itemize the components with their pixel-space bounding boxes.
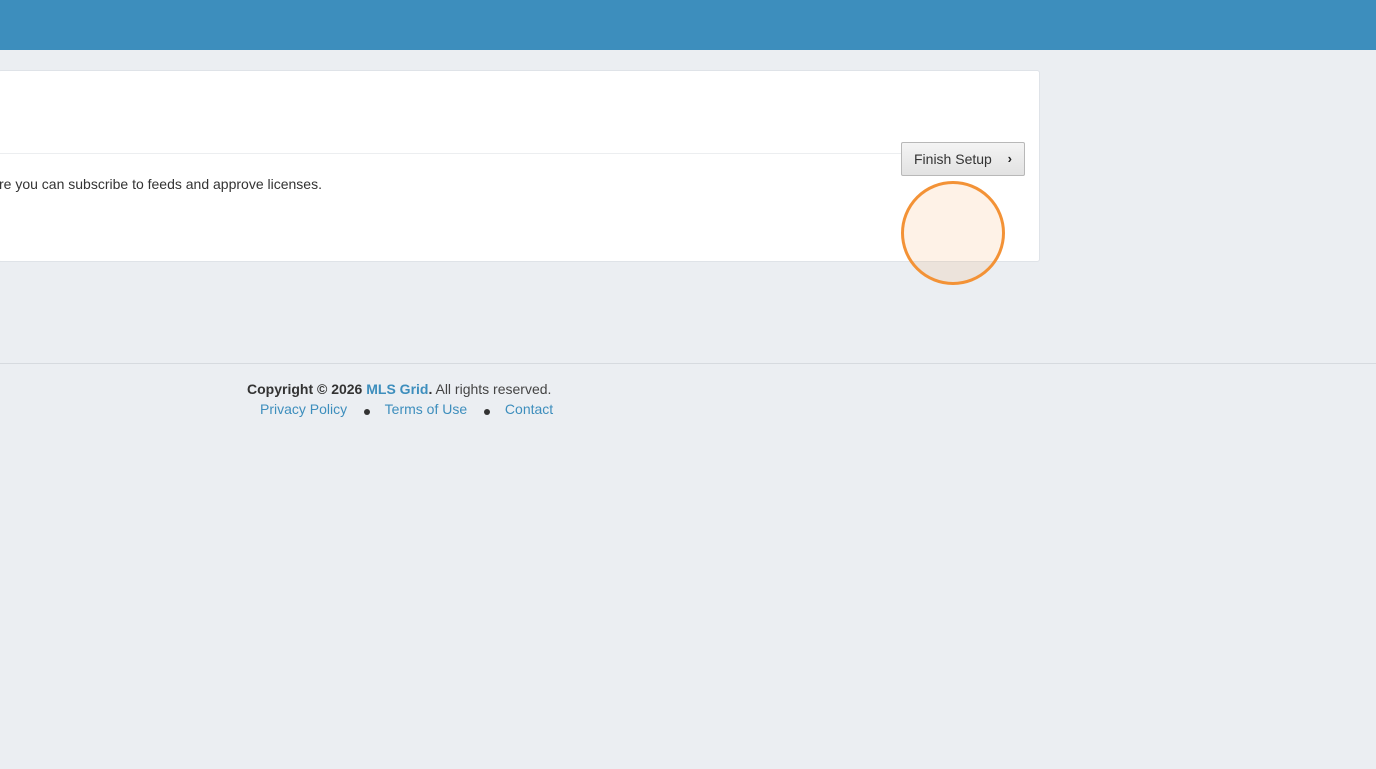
terms-of-use-link[interactable]: Terms of Use [385, 401, 467, 417]
footer-links: Privacy Policy Terms of Use Contact [260, 401, 553, 417]
copyright-prefix: Copyright © 2026 [247, 381, 363, 397]
finish-setup-label: Finish Setup [914, 151, 992, 167]
brand-link[interactable]: MLS Grid [366, 381, 428, 397]
panel-message: re you can subscribe to feeds and approv… [0, 176, 322, 192]
copyright-text: Copyright © 2026 MLS Grid. All rights re… [247, 381, 551, 397]
finish-setup-button[interactable]: Finish Setup › [901, 142, 1025, 176]
rights-text: All rights reserved. [432, 381, 552, 397]
contact-link[interactable]: Contact [505, 401, 553, 417]
footer-divider [0, 363, 1376, 364]
bullet-separator [364, 409, 371, 415]
setup-panel: re you can subscribe to feeds and approv… [0, 70, 1040, 262]
chevron-right-icon: › [1007, 151, 1012, 166]
top-navbar [0, 0, 1376, 50]
privacy-policy-link[interactable]: Privacy Policy [260, 401, 347, 417]
bullet-separator [484, 409, 491, 415]
panel-divider [0, 153, 1011, 154]
